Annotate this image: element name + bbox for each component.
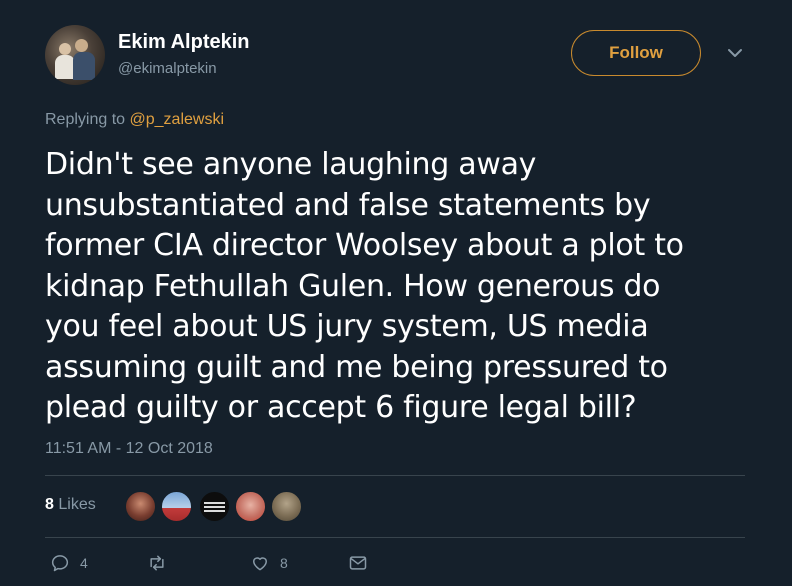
- reply-prefix: Replying to: [45, 111, 126, 128]
- avatar-figure: [73, 52, 95, 80]
- like-count: 8: [280, 555, 288, 571]
- tweet-timestamp[interactable]: 11:51 AM - 12 Oct 2018: [45, 440, 213, 458]
- liker-avatar[interactable]: [235, 491, 266, 522]
- tweet-text: Didn't see anyone laughing away unsubsta…: [45, 147, 684, 425]
- avatar-decoration: [204, 502, 225, 504]
- liker-avatar[interactable]: [161, 491, 192, 522]
- author-handle[interactable]: @ekimalptekin: [118, 60, 217, 77]
- reply-mention-link[interactable]: @p_zalewski: [130, 111, 225, 128]
- heart-icon: [253, 557, 267, 571]
- avatar-decoration: [204, 510, 225, 512]
- likes-label: Likes: [58, 496, 96, 513]
- reply-icon: [51, 555, 69, 572]
- retweet-action[interactable]: [147, 552, 177, 574]
- likes-number: 8: [45, 496, 54, 513]
- author-avatar[interactable]: [45, 25, 105, 85]
- direct-message-action[interactable]: [348, 552, 368, 574]
- retweet-icon: [150, 555, 164, 571]
- reply-count: 4: [80, 555, 88, 571]
- reply-context: Replying to @p_zalewski: [45, 111, 224, 129]
- follow-button[interactable]: Follow: [571, 30, 701, 76]
- avatar-figure: [55, 55, 75, 79]
- divider: [45, 537, 745, 538]
- reply-action[interactable]: 4: [50, 552, 88, 574]
- avatar-figure: [75, 39, 88, 52]
- avatar-figure: [59, 43, 71, 55]
- liker-avatar[interactable]: [271, 491, 302, 522]
- like-action[interactable]: 8: [250, 552, 288, 574]
- divider: [45, 475, 745, 476]
- liker-avatar[interactable]: [199, 491, 230, 522]
- avatar-decoration: [204, 506, 225, 508]
- author-display-name[interactable]: Ekim Alptekin: [118, 31, 250, 54]
- likes-count[interactable]: 8 Likes: [45, 496, 96, 514]
- envelope-icon: [349, 556, 367, 570]
- liker-avatar[interactable]: [125, 491, 156, 522]
- chevron-down-icon[interactable]: [726, 46, 744, 60]
